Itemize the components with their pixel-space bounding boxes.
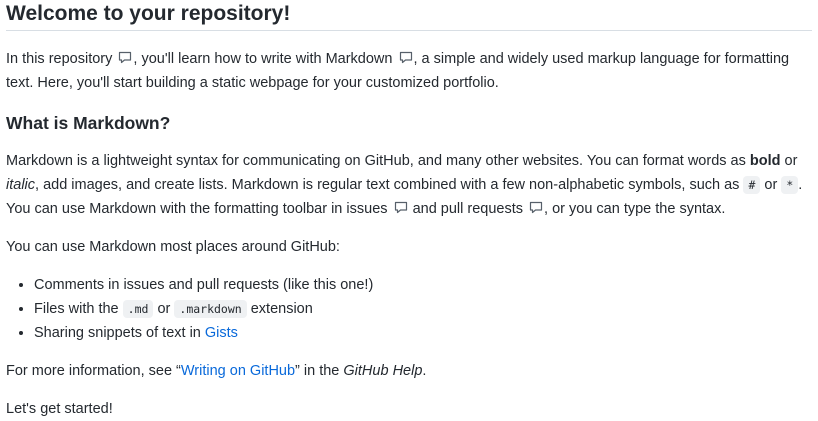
uses-intro: You can use Markdown most places around …	[6, 239, 340, 255]
code-md: .md	[122, 300, 154, 318]
markdown-description-paragraph: Markdown is a lightweight syntax for com…	[6, 153, 803, 217]
list-item: Files with the .md or .markdown extensio…	[34, 297, 812, 321]
more-info-paragraph: For more information, see “Writing on Gi…	[6, 363, 427, 379]
intro-paragraph: In this repository , you'll learn how to…	[6, 51, 790, 91]
markdown-body: Welcome to your repository! In this repo…	[0, 0, 818, 421]
writing-on-github-link[interactable]: Writing on GitHub	[181, 363, 295, 379]
code-star: *	[781, 176, 799, 194]
comment-bubble-icon[interactable]	[529, 201, 543, 214]
comment-bubble-icon[interactable]	[399, 51, 413, 64]
bold-example: bold	[749, 153, 781, 169]
code-hash: #	[743, 176, 761, 194]
list-item: Sharing snippets of text in Gists	[34, 321, 812, 345]
list-item: Comments in issues and pull requests (li…	[34, 273, 812, 297]
section-title: What is Markdown?	[6, 113, 171, 133]
comment-bubble-icon[interactable]	[118, 51, 132, 64]
gists-link[interactable]: Gists	[205, 325, 238, 341]
code-markdown: .markdown	[174, 300, 247, 318]
closing-text: Let's get started!	[6, 401, 113, 417]
uses-list: Comments in issues and pull requests (li…	[6, 273, 812, 345]
github-help-text: GitHub Help	[343, 363, 423, 379]
page-title: Welcome to your repository!	[6, 0, 812, 31]
comment-bubble-icon[interactable]	[394, 201, 408, 214]
italic-example: italic	[6, 177, 36, 193]
